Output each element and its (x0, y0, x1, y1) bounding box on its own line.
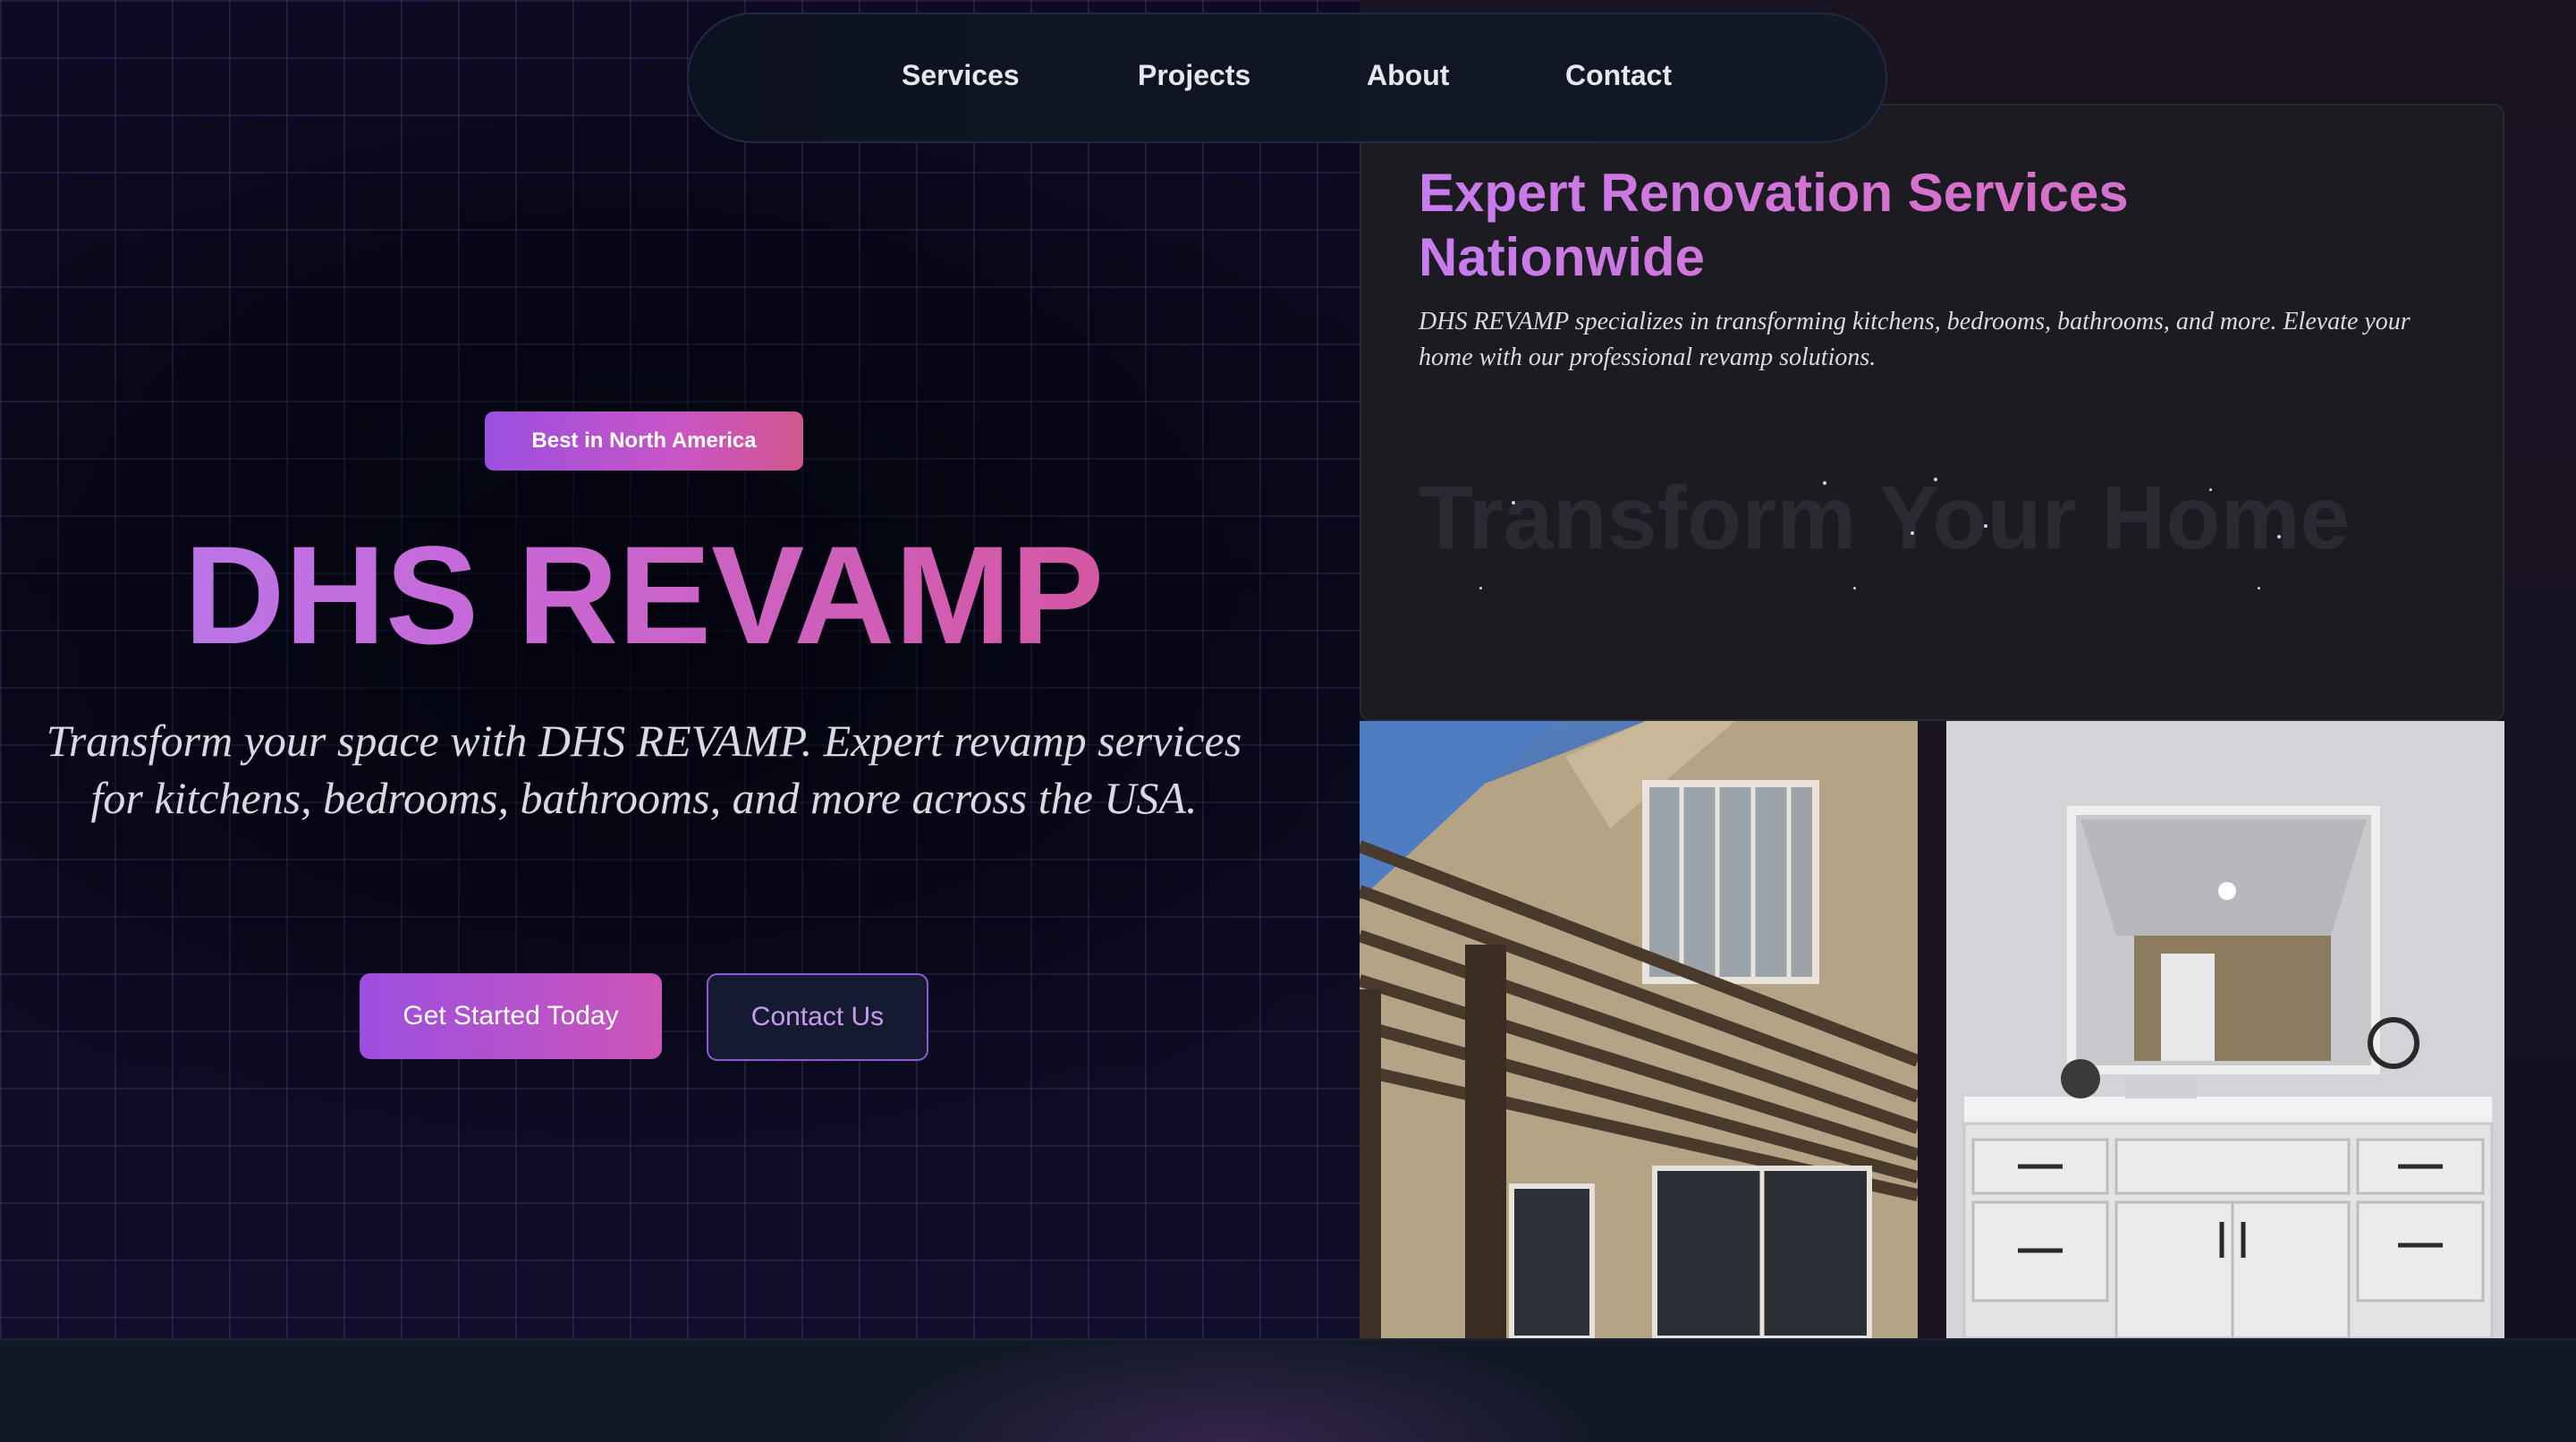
info-description: DHS REVAMP specializes in transforming k… (1419, 308, 2411, 371)
nav-item-contact[interactable]: Contact (1565, 59, 1672, 92)
best-in-badge: Best in North America (485, 411, 803, 471)
sparkle-dot (2209, 488, 2212, 491)
sparkle-dot (1479, 587, 1482, 590)
nav-item-services[interactable]: Services (902, 59, 1020, 92)
sparkle-dot (1512, 501, 1515, 505)
sparkle-dot (2258, 587, 2260, 590)
sparkle-dot (2277, 535, 2281, 539)
sparkle-dot (1911, 531, 1914, 535)
patio-pergola-photo (1360, 721, 1918, 1338)
next-section-band (0, 1338, 2576, 1442)
sparkle-dot (1823, 481, 1826, 485)
sparkle-dot (1984, 524, 1987, 528)
hero-subtitle: Transform your space with DHS REVAMP. Ex… (46, 716, 1242, 823)
hero-title: DHS REVAMP (0, 515, 1288, 676)
bathroom-illustration (1946, 721, 2504, 1338)
contact-us-button[interactable]: Contact Us (707, 973, 928, 1061)
gallery-gap (1918, 721, 1946, 1338)
sparkle-dot (1853, 587, 1856, 590)
info-title: Expert Renovation Services Nationwide (1419, 161, 2402, 290)
sparkle-dot (1934, 478, 1937, 481)
nav-item-about[interactable]: About (1367, 59, 1449, 92)
top-nav: Services Projects About Contact (687, 13, 1887, 143)
animated-heading: Transform Your Home (1419, 468, 2350, 568)
get-started-button[interactable]: Get Started Today (360, 973, 662, 1059)
page: Services Projects About Contact Expert R… (0, 0, 2576, 1442)
pergola-illustration (1360, 721, 1918, 1338)
nav-item-projects[interactable]: Projects (1138, 59, 1250, 92)
bathroom-vanity-photo (1946, 721, 2504, 1338)
